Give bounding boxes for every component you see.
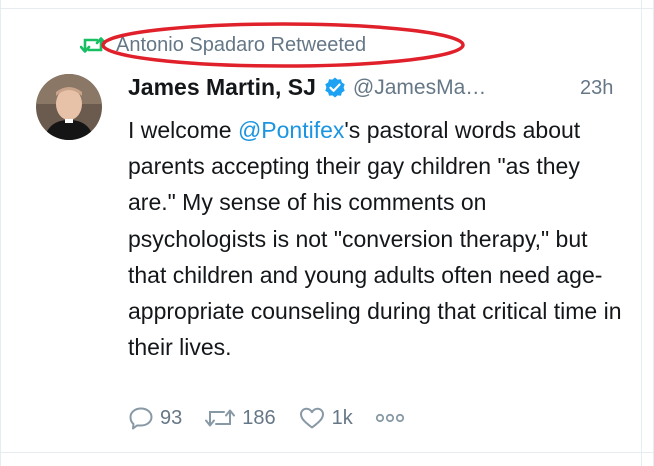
divider-top <box>0 8 654 9</box>
tweet-timestamp[interactable]: 23h <box>580 77 613 100</box>
tweet-text-rest: 's pastoral words about parents acceptin… <box>128 117 622 361</box>
heart-icon <box>299 407 324 429</box>
more-options-button[interactable] <box>375 411 405 425</box>
mention-link[interactable]: @Pontifex <box>238 117 344 143</box>
retweeted-by-label[interactable]: Antonio Spadaro Retweeted <box>116 34 366 57</box>
tweet-text-start: I welcome <box>128 117 238 143</box>
tweet-header: James Martin, SJ @JamesMa… <box>128 74 486 101</box>
reply-icon <box>129 407 153 430</box>
retweet-action-icon <box>205 409 236 427</box>
retweet-count: 186 <box>242 406 276 429</box>
tweet-text: I welcome @Pontifex's pastoral words abo… <box>128 112 628 365</box>
verified-badge-icon <box>325 77 345 97</box>
reply-count: 93 <box>160 406 183 429</box>
retweet-button[interactable]: 186 <box>204 406 276 430</box>
like-button[interactable]: 1k <box>298 406 353 430</box>
author-handle[interactable]: @JamesMa… <box>353 76 486 100</box>
more-icon <box>375 413 404 423</box>
divider-bottom <box>0 452 654 453</box>
avatar[interactable] <box>36 74 102 140</box>
reply-button[interactable]: 93 <box>128 406 182 430</box>
author-name[interactable]: James Martin, SJ <box>128 74 316 101</box>
avatar-image <box>36 74 102 140</box>
retweet-icon <box>80 37 106 53</box>
like-count: 1k <box>331 406 353 429</box>
tweet-actions: 93 186 1k <box>128 402 405 434</box>
retweet-context: Antonio Spadaro Retweeted <box>80 28 366 62</box>
divider-right <box>641 0 642 466</box>
